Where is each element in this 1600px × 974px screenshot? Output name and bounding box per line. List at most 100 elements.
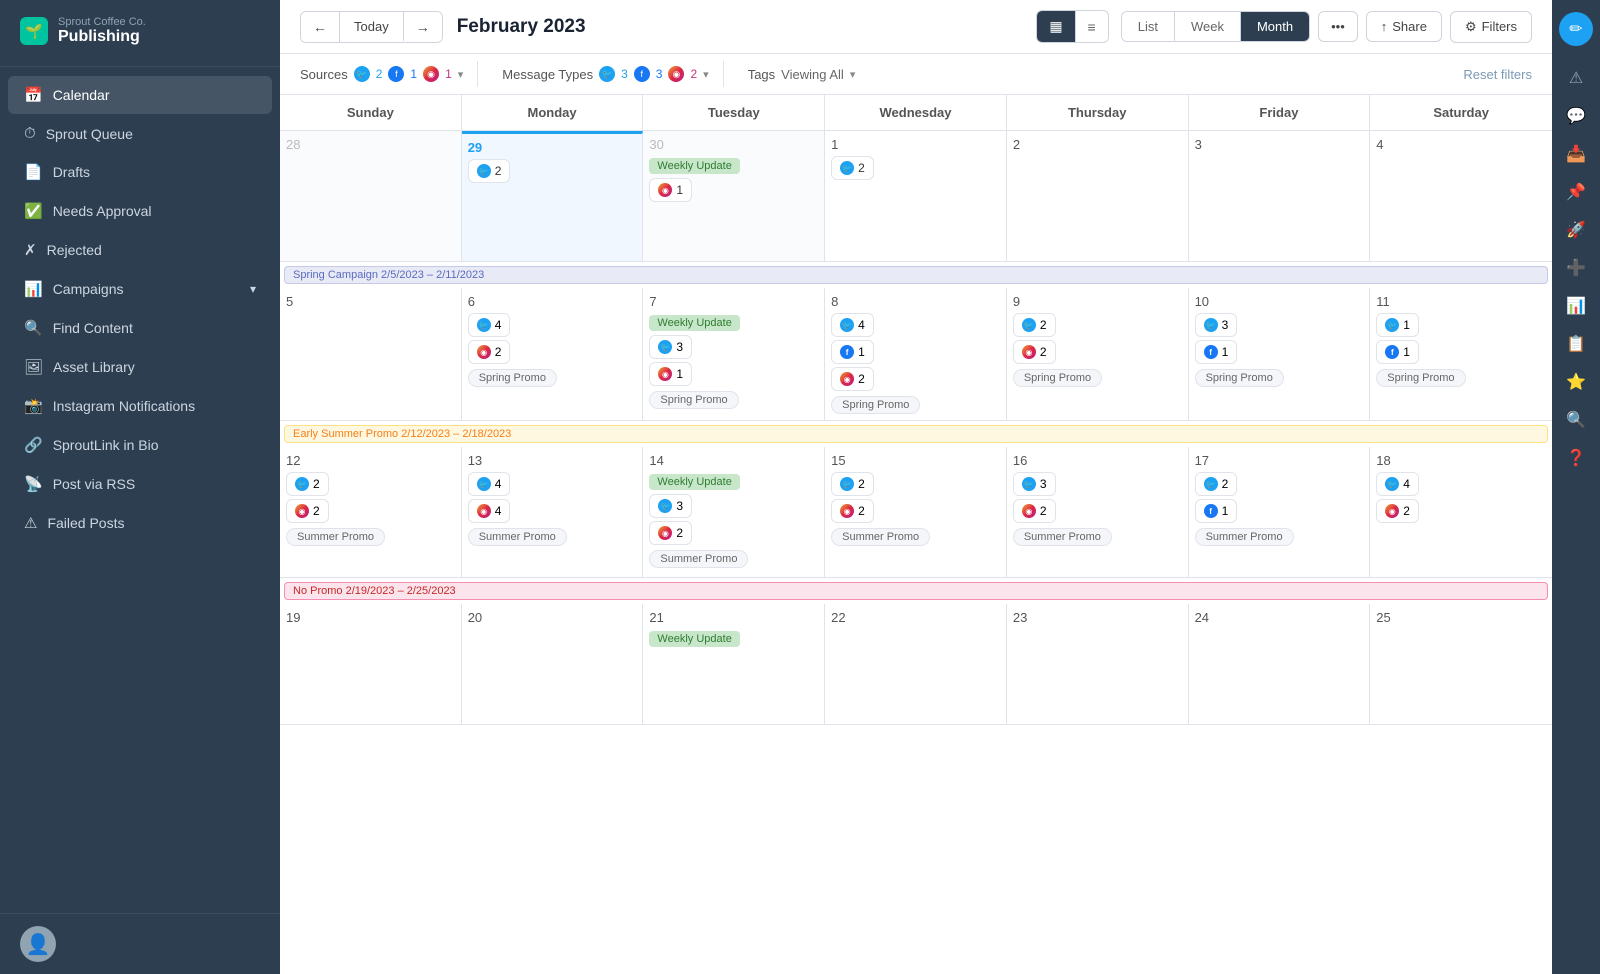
post-chip-tw[interactable]: 🐦 3 (1013, 472, 1056, 496)
cell-feb17[interactable]: 17 🐦 2 f 1 Summer Promo (1189, 447, 1371, 577)
search-icon[interactable]: 🔍 (1566, 410, 1586, 430)
add-icon[interactable]: ➕ (1566, 258, 1586, 278)
cell-feb11[interactable]: 11 🐦 1 f 1 Spring Promo (1370, 288, 1552, 420)
promo-chip[interactable]: Spring Promo (1195, 369, 1284, 387)
weekly-update-chip[interactable]: Weekly Update (649, 631, 739, 647)
week-tab[interactable]: Week (1175, 12, 1241, 41)
messages-icon[interactable]: 💬 (1566, 106, 1586, 126)
cell-feb10[interactable]: 10 🐦 3 f 1 Spring Promo (1189, 288, 1371, 420)
post-chip[interactable]: 🐦 2 (468, 159, 511, 183)
post-chip-ig[interactable]: ◉ 2 (286, 499, 329, 523)
cell-feb6[interactable]: 6 🐦 4 ◉ 2 Spring Promo (462, 288, 644, 420)
cell-feb12[interactable]: 12 🐦 2 ◉ 2 Summer Promo (280, 447, 462, 577)
post-chip-tw[interactable]: 🐦 4 (1376, 472, 1419, 496)
tags-filter[interactable]: Tags Viewing All ▾ (736, 62, 870, 87)
promo-chip[interactable]: Spring Promo (649, 391, 738, 409)
grid-view-button[interactable]: ▦ (1037, 11, 1074, 42)
promo-chip[interactable]: Spring Promo (468, 369, 557, 387)
cell-feb1[interactable]: 1 🐦 2 (825, 131, 1007, 261)
post-chip-fb[interactable]: f 1 (1195, 499, 1238, 523)
cell-feb14[interactable]: 14 Weekly Update 🐦 3 ◉ 2 Summer Promo (643, 447, 825, 577)
post-chip-tw[interactable]: 🐦 2 (831, 472, 874, 496)
sidebar-item-post-via-rss[interactable]: 📡 Post via RSS (8, 465, 272, 503)
sidebar-item-campaigns[interactable]: 📊 Campaigns ▾ (8, 270, 272, 308)
post-chip-ig[interactable]: ◉ 2 (468, 340, 511, 364)
post-chip-tw[interactable]: 🐦 4 (468, 313, 511, 337)
cell-feb4[interactable]: 4 (1370, 131, 1552, 261)
post-chip-fb[interactable]: f 1 (1195, 340, 1238, 364)
help-icon[interactable]: ❓ (1566, 448, 1586, 468)
cell-feb8[interactable]: 8 🐦 4 f 1 ◉ 2 Spring Promo (825, 288, 1007, 420)
sidebar-item-calendar[interactable]: 📅 Calendar (8, 76, 272, 114)
post-chip[interactable]: ◉ 1 (649, 178, 692, 202)
cell-feb19[interactable]: 19 (280, 604, 462, 724)
sidebar-item-rejected[interactable]: ✗ Rejected (8, 231, 272, 269)
cell-feb7[interactable]: 7 Weekly Update 🐦 3 ◉ 1 Spring Promo (643, 288, 825, 420)
cell-feb25[interactable]: 25 (1370, 604, 1552, 724)
list-tab[interactable]: List (1122, 12, 1175, 41)
today-button[interactable]: Today (340, 12, 404, 41)
promo-chip[interactable]: Spring Promo (1376, 369, 1465, 387)
sidebar-item-asset-library[interactable]: 🖼 Asset Library (8, 348, 272, 386)
post-chip-ig[interactable]: ◉ 2 (831, 367, 874, 391)
cell-feb24[interactable]: 24 (1189, 604, 1371, 724)
tasks-icon[interactable]: 📋 (1566, 334, 1586, 354)
inbox-icon[interactable]: 📥 (1566, 144, 1586, 164)
promo-chip[interactable]: Spring Promo (831, 396, 920, 414)
post-chip-tw[interactable]: 🐦 3 (1195, 313, 1238, 337)
promo-chip[interactable]: Summer Promo (649, 550, 748, 568)
post-chip-tw[interactable]: 🐦 4 (468, 472, 511, 496)
post-chip-tw[interactable]: 🐦 2 (1013, 313, 1056, 337)
promo-chip[interactable]: Summer Promo (468, 528, 567, 546)
promo-chip[interactable]: Spring Promo (1013, 369, 1102, 387)
weekly-update-chip[interactable]: Weekly Update (649, 158, 739, 174)
post-chip-fb[interactable]: f 1 (831, 340, 874, 364)
post-chip-ig[interactable]: ◉ 2 (649, 521, 692, 545)
cell-feb15[interactable]: 15 🐦 2 ◉ 2 Summer Promo (825, 447, 1007, 577)
post-chip-ig[interactable]: ◉ 2 (831, 499, 874, 523)
cell-feb23[interactable]: 23 (1007, 604, 1189, 724)
campaign-strip-nopromo[interactable]: No Promo 2/19/2023 – 2/25/2023 (280, 578, 1552, 604)
post-chip-tw[interactable]: 🐦 2 (286, 472, 329, 496)
post-chip-tw[interactable]: 🐦 2 (1195, 472, 1238, 496)
cell-feb20[interactable]: 20 (462, 604, 644, 724)
post-chip[interactable]: 🐦 2 (831, 156, 874, 180)
analytics-icon[interactable]: 📊 (1566, 296, 1586, 316)
sidebar-item-find-content[interactable]: 🔍 Find Content (8, 309, 272, 347)
cell-feb16[interactable]: 16 🐦 3 ◉ 2 Summer Promo (1007, 447, 1189, 577)
post-chip-tw[interactable]: 🐦 3 (649, 335, 692, 359)
pin-icon[interactable]: 📌 (1566, 182, 1586, 202)
sidebar-item-sprout-queue[interactable]: ⏱ Sprout Queue (8, 115, 272, 152)
promo-chip[interactable]: Summer Promo (1013, 528, 1112, 546)
compose-button[interactable]: ✏ (1559, 12, 1593, 46)
promo-chip[interactable]: Summer Promo (286, 528, 385, 546)
cell-jan28[interactable]: 28 (280, 131, 462, 261)
cell-jan30[interactable]: 30 Weekly Update ◉ 1 (643, 131, 825, 261)
publishing-icon[interactable]: 🚀 (1566, 220, 1586, 240)
post-chip-ig[interactable]: ◉ 1 (649, 362, 692, 386)
weekly-update-chip[interactable]: Weekly Update (649, 315, 739, 331)
star-icon[interactable]: ⭐ (1566, 372, 1586, 392)
reset-filters-button[interactable]: Reset filters (1463, 67, 1532, 82)
avatar[interactable]: 👤 (20, 926, 56, 962)
cell-feb21[interactable]: 21 Weekly Update (643, 604, 825, 724)
prev-month-button[interactable]: ← (301, 12, 340, 42)
cell-feb3[interactable]: 3 (1189, 131, 1371, 261)
cell-feb18[interactable]: 18 🐦 4 ◉ 2 (1370, 447, 1552, 577)
filters-button[interactable]: ⚙ Filters (1450, 11, 1532, 43)
campaign-strip-summer[interactable]: Early Summer Promo 2/12/2023 – 2/18/2023 (280, 421, 1552, 447)
post-chip-tw[interactable]: 🐦 1 (1376, 313, 1419, 337)
more-options-button[interactable]: ••• (1318, 11, 1358, 42)
sidebar-item-failed-posts[interactable]: ⚠ Failed Posts (8, 504, 272, 542)
post-chip-tw[interactable]: 🐦 4 (831, 313, 874, 337)
message-types-filter[interactable]: Message Types 🐦 3 f 3 ◉ 2 ▾ (490, 61, 723, 87)
cell-feb22[interactable]: 22 (825, 604, 1007, 724)
sidebar-item-sproutlink-in-bio[interactable]: 🔗 SproutLink in Bio (8, 426, 272, 464)
alert-icon[interactable]: ⚠ (1569, 68, 1583, 88)
cell-jan29-today[interactable]: 29 🐦 2 (462, 131, 644, 261)
sidebar-item-instagram-notifications[interactable]: 📸 Instagram Notifications (8, 387, 272, 425)
share-button[interactable]: ↑ Share (1366, 11, 1442, 42)
post-chip-ig[interactable]: ◉ 2 (1376, 499, 1419, 523)
promo-chip[interactable]: Summer Promo (831, 528, 930, 546)
cell-feb2[interactable]: 2 (1007, 131, 1189, 261)
